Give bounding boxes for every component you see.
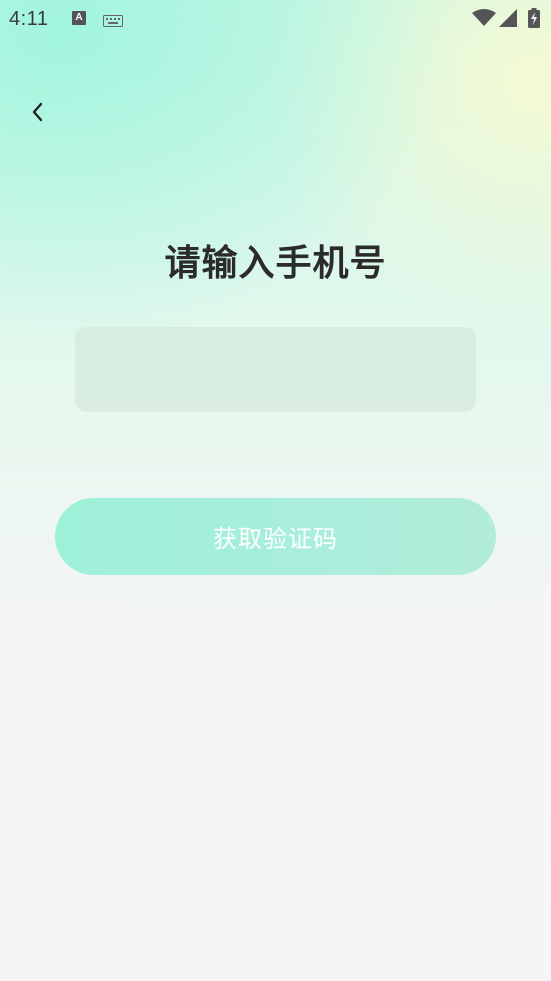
signal-icon	[499, 9, 517, 31]
page-background	[0, 0, 551, 981]
get-code-button[interactable]: 获取验证码	[55, 498, 496, 575]
a-notification-icon: A	[72, 11, 86, 25]
back-button[interactable]	[22, 98, 54, 130]
get-code-label: 获取验证码	[213, 525, 338, 553]
phone-input[interactable]	[75, 327, 476, 412]
wifi-icon	[472, 9, 496, 31]
keyboard-icon	[103, 12, 123, 31]
page-title: 请输入手机号	[164, 243, 387, 284]
status-bar: 4:11 A	[0, 0, 551, 38]
chevron-left-icon	[31, 101, 45, 127]
status-time: 4:11	[9, 8, 49, 30]
phone-input-container[interactable]	[75, 327, 476, 412]
battery-charging-icon	[528, 8, 540, 32]
